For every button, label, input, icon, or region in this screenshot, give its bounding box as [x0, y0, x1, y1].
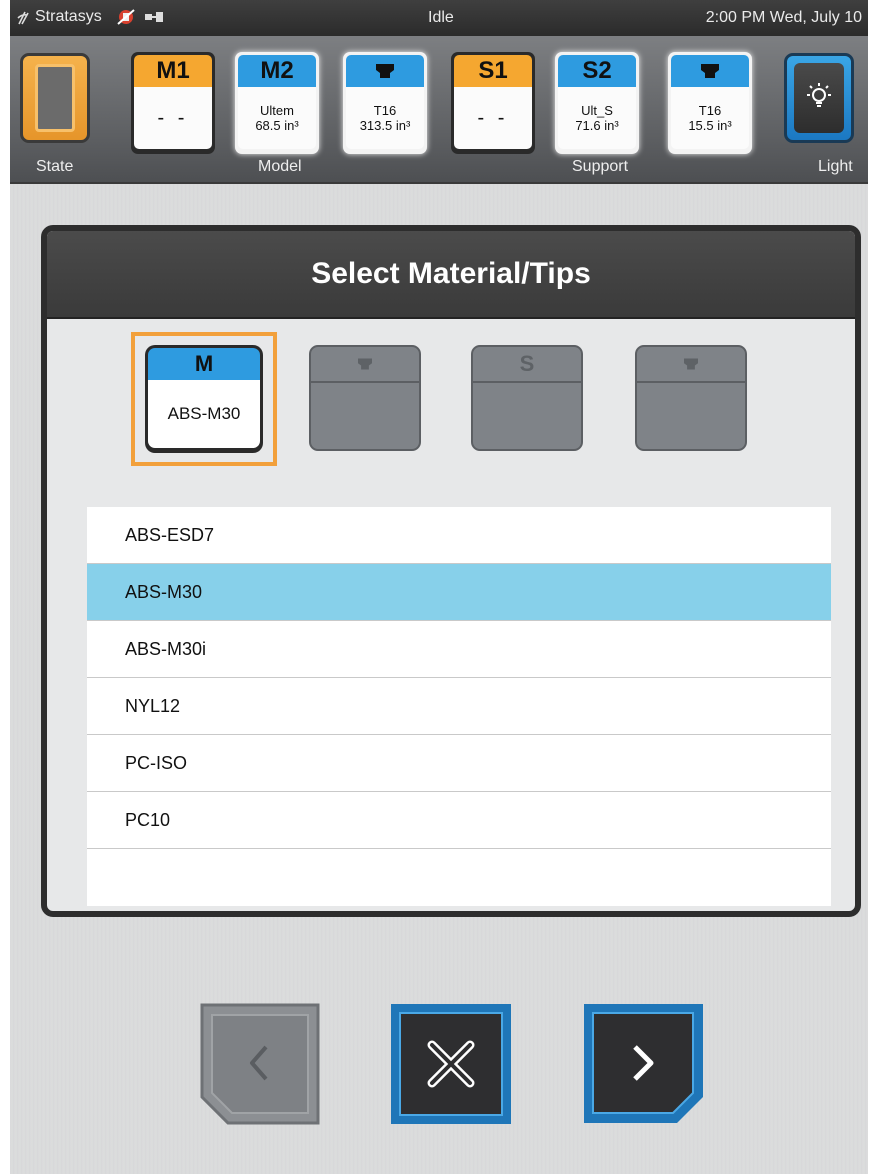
bay-s2-material: Ult_S	[581, 103, 613, 118]
bay-s1-cap: S1	[454, 55, 532, 87]
bay-m2-cap: M2	[238, 55, 316, 87]
slot-support-tip[interactable]	[635, 345, 747, 451]
tip-icon	[358, 358, 372, 370]
slot-model-material[interactable]: M ABS-M30	[145, 345, 263, 453]
bay-s2[interactable]: S2 Ult_S 71.6 in³	[555, 52, 639, 154]
bay-s2-cap: S2	[558, 55, 636, 87]
printer-screen: Stratasys Idle 2:00 PM Wed, July 10 Stat…	[10, 0, 868, 1174]
printer-icon	[35, 64, 75, 132]
stratasys-logo-icon	[17, 11, 29, 25]
list-item[interactable]: NYL12	[87, 678, 831, 735]
bay-model-tip[interactable]: T16 313.5 in³	[343, 52, 427, 154]
bay-model-tip-type: T16	[373, 103, 397, 118]
slot-model-tip[interactable]	[309, 345, 421, 451]
slot-model-value: ABS-M30	[148, 380, 260, 448]
bay-support-tip[interactable]: T16 15.5 in³	[668, 52, 752, 154]
bay-support-tip-volume: 15.5 in³	[688, 118, 732, 133]
list-item-empty	[87, 849, 831, 906]
bay-s2-volume: 71.6 in³	[575, 118, 619, 133]
printer-state: Idle	[428, 9, 454, 26]
bay-m2[interactable]: M2 Ultem 68.5 in³	[235, 52, 319, 154]
select-material-dialog: Select Material/Tips M ABS-M30 S ABS-ESD…	[41, 225, 861, 917]
cancel-button[interactable]	[388, 1001, 514, 1127]
toolbar: State M1 - - M2 Ultem 68.5 in³ T16 313.5…	[10, 36, 868, 184]
clock: 2:00 PM Wed, July 10	[705, 9, 862, 26]
bay-m1-cap: M1	[134, 55, 212, 87]
light-button[interactable]	[784, 53, 854, 143]
dialog-title: Select Material/Tips	[47, 231, 855, 319]
support-label: Support	[572, 158, 629, 175]
list-item-selected[interactable]: ABS-M30	[87, 564, 831, 621]
material-list[interactable]: ABS-ESD7 ABS-M30 ABS-M30i NYL12 PC-ISO P…	[87, 507, 831, 906]
back-button[interactable]	[198, 1001, 324, 1127]
model-label: Model	[258, 158, 302, 175]
connection-icon	[144, 12, 163, 22]
state-button[interactable]	[20, 53, 90, 143]
tip-icon	[684, 358, 698, 370]
light-label: Light	[818, 158, 853, 175]
slot-support-material[interactable]: S	[471, 345, 583, 451]
bay-support-tip-type: T16	[698, 103, 722, 118]
bay-s1[interactable]: S1 - -	[451, 52, 535, 154]
bay-m1-value: - -	[157, 106, 189, 129]
tip-icon	[671, 55, 749, 87]
bay-m2-volume: 68.5 in³	[255, 118, 299, 133]
bay-model-tip-volume: 313.5 in³	[359, 118, 411, 133]
state-label: State	[36, 158, 74, 175]
slot-model-cap: M	[148, 348, 260, 380]
status-bar: Stratasys Idle 2:00 PM Wed, July 10	[10, 0, 868, 36]
bay-s1-value: - -	[477, 106, 509, 129]
no-network-icon	[117, 9, 135, 25]
list-item[interactable]: ABS-M30i	[87, 621, 831, 678]
slot-support-cap: S	[473, 347, 581, 383]
tip-icon	[346, 55, 424, 87]
lightbulb-icon	[807, 83, 831, 107]
next-button[interactable]	[581, 1001, 707, 1127]
list-item[interactable]: ABS-ESD7	[87, 507, 831, 564]
brand: Stratasys	[16, 8, 164, 26]
list-item[interactable]: PC10	[87, 792, 831, 849]
bay-m2-material: Ultem	[260, 103, 294, 118]
bay-m1[interactable]: M1 - -	[131, 52, 215, 154]
brand-name: Stratasys	[35, 8, 102, 25]
list-item[interactable]: PC-ISO	[87, 735, 831, 792]
